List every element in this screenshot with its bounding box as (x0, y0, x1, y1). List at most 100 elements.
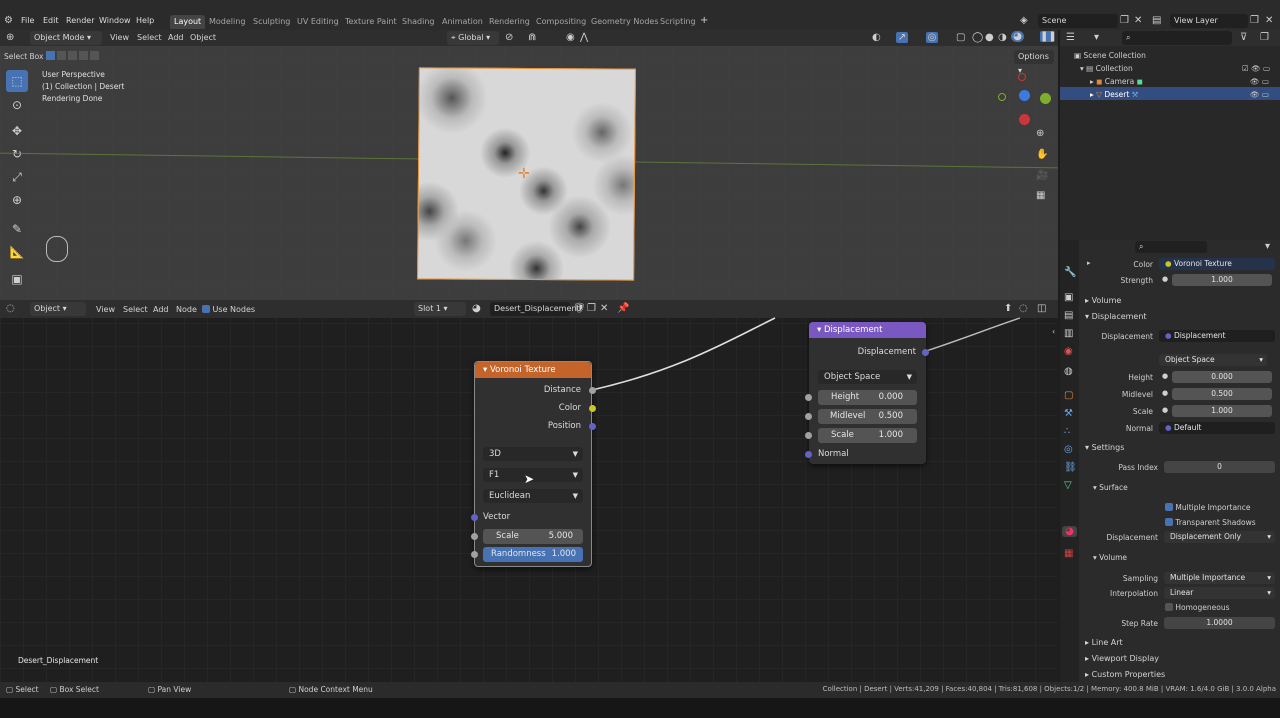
wireframe-shading-icon[interactable]: ◯ (972, 32, 983, 43)
menu-file[interactable]: File (21, 14, 34, 28)
gizmo-neg-z[interactable] (1018, 73, 1026, 81)
scene-tab-icon[interactable]: ◉ (1064, 346, 1073, 357)
outliner-collection[interactable]: ▾ ▤ Collection (1080, 64, 1133, 73)
dimensions-select[interactable]: 3D ▼ (483, 447, 583, 461)
scale-field[interactable]: Scale 5.000 (483, 529, 583, 544)
select-mode-buttons[interactable] (46, 51, 99, 60)
camera-view-icon[interactable]: 🎥 (1036, 170, 1048, 181)
constraints-tab-icon[interactable]: ⛓ (1064, 462, 1077, 473)
displacement-out-socket[interactable] (922, 349, 929, 356)
normal-input-field[interactable]: ● Default (1159, 422, 1275, 434)
close-icon[interactable]: ✕ (1265, 15, 1273, 26)
tab-scripting[interactable]: Scripting (656, 15, 700, 29)
options-button[interactable]: Options ▾ (1014, 50, 1054, 75)
menu-select[interactable]: Select (137, 32, 162, 44)
viewport-display-section[interactable]: ▸ Viewport Display (1085, 654, 1159, 663)
outliner[interactable]: ☰ ▾ ⌕ ⊽ ❐ ▣ Scene Collection ▾ ▤ Collect… (1060, 30, 1280, 240)
multiple-importance-checkbox[interactable]: Multiple Importance (1165, 503, 1251, 512)
snap-icon[interactable]: ⋒ (528, 32, 536, 43)
color-socket[interactable] (589, 405, 596, 412)
blender-logo-icon[interactable]: ⚙ (4, 15, 13, 26)
solid-shading-icon[interactable]: ● (985, 32, 994, 43)
display-mode-icon[interactable]: ▾ (1094, 32, 1099, 43)
data-tab-icon[interactable]: ▽ (1064, 480, 1072, 491)
displacement-node-header[interactable]: ▾ Displacement (809, 322, 926, 338)
distance-metric-select[interactable]: Euclidean ▼ (483, 489, 583, 503)
transparent-shadows-checkbox[interactable]: Transparent Shadows (1165, 518, 1256, 527)
midlevel-field[interactable]: Midlevel 0.500 (818, 409, 917, 424)
world-tab-icon[interactable]: ◍ (1064, 366, 1073, 377)
outliner-camera[interactable]: ▸ ◼ Camera ◼ (1090, 77, 1143, 86)
proportional-edit-icon[interactable]: ◉ (566, 32, 575, 43)
tab-modeling[interactable]: Modeling (205, 15, 249, 29)
height-socket[interactable] (805, 394, 812, 401)
camera-visibility-icons[interactable]: 👁 ▭ (1250, 77, 1269, 86)
output-tab-icon[interactable]: ▤ (1064, 310, 1073, 321)
render-tab-icon[interactable]: ▣ (1064, 292, 1073, 303)
select-intersect-icon[interactable] (90, 51, 99, 60)
view-layer-field[interactable]: View Layer (1170, 14, 1248, 28)
tab-rendering[interactable]: Rendering (485, 15, 534, 29)
tab-animation[interactable]: Animation (438, 15, 487, 29)
chevron-down-icon[interactable]: ▾ (1265, 241, 1270, 252)
select-subtract-icon[interactable] (68, 51, 77, 60)
pivot-icon[interactable]: ⊘ (505, 32, 513, 43)
visibility-icon[interactable]: ◐ (872, 32, 881, 43)
editor-type-icon[interactable]: ☰ (1066, 32, 1075, 43)
randomness-field[interactable]: Randomness 1.000 (483, 547, 583, 562)
disp-scale-field[interactable]: Scale 1.000 (818, 428, 917, 443)
overlay-icon[interactable]: ◎ (926, 32, 938, 43)
falloff-icon[interactable]: ⋀ (580, 32, 588, 43)
outliner-desert[interactable]: ▸ ▽ Desert ⚒ (1090, 90, 1138, 99)
material-tab-icon[interactable]: ◕ (1062, 526, 1077, 537)
object-tab-icon[interactable]: ▢ (1064, 390, 1073, 401)
gizmo-icon[interactable]: ↗ (896, 32, 908, 43)
midlevel-socket[interactable] (805, 413, 812, 420)
texture-tab-icon[interactable]: ▦ (1064, 548, 1073, 559)
voronoi-node-header[interactable]: ▾ Voronoi Texture (475, 362, 591, 378)
new-collection-icon[interactable]: ❐ (1260, 32, 1269, 43)
tab-compositing[interactable]: Compositing (532, 15, 590, 29)
select-extend-icon[interactable] (57, 51, 66, 60)
strength-field[interactable]: 1.000 (1172, 274, 1272, 286)
step-rate-field[interactable]: 1.0000 (1164, 617, 1275, 629)
tab-uv-editing[interactable]: UV Editing (293, 15, 343, 29)
add-workspace-icon[interactable]: + (700, 15, 708, 26)
particles-tab-icon[interactable]: ∴ (1064, 426, 1070, 437)
tool-tab-icon[interactable]: 🔧 (1064, 267, 1076, 278)
tab-layout[interactable]: Layout (170, 15, 206, 29)
displacement-input-field[interactable]: ● Displacement (1159, 330, 1275, 342)
midlevel-field[interactable]: 0.500 (1172, 388, 1272, 400)
menu-help[interactable]: Help (136, 14, 154, 28)
close-icon[interactable]: ✕ (1134, 15, 1142, 26)
rendered-shading-icon[interactable]: ◕ (1011, 31, 1024, 42)
volume-section[interactable]: ▸ Volume (1085, 296, 1121, 305)
height-field[interactable]: Height 0.000 (818, 390, 917, 405)
sidebar-toggle-icon[interactable]: ‹ (1052, 327, 1055, 336)
physics-tab-icon[interactable]: ◎ (1064, 444, 1073, 455)
homogeneous-checkbox[interactable]: Homogeneous (1165, 603, 1230, 612)
3d-viewport[interactable]: ⊕ Object Mode ▾ View Select Add Object ⌖… (0, 30, 1058, 300)
desert-visibility-icons[interactable]: 👁 ▭ (1250, 90, 1269, 99)
add-cube-tool-icon[interactable]: ▣ (6, 268, 28, 290)
sampling-select[interactable]: Multiple Importance ▾ (1164, 572, 1275, 584)
space-select[interactable]: Object Space ▾ (1159, 354, 1267, 366)
interpolation-select[interactable]: Linear ▾ (1164, 587, 1275, 599)
space-select[interactable]: Object Space ▼ (818, 370, 917, 384)
select-new-icon[interactable] (46, 51, 55, 60)
ortho-grid-icon[interactable]: ▦ (1036, 190, 1045, 201)
cursor-tool-icon[interactable]: ⊙ (6, 94, 28, 116)
gizmo-x[interactable] (1019, 114, 1030, 125)
pass-index-field[interactable]: 0 (1164, 461, 1275, 473)
select-invert-icon[interactable] (79, 51, 88, 60)
voronoi-texture-node[interactable]: ▾ Voronoi Texture Distance Color Positio… (471, 361, 596, 567)
outliner-search-input[interactable]: ⌕ (1122, 31, 1232, 45)
displacement-node[interactable]: ▾ Displacement Displacement Object Space… (805, 322, 929, 464)
tab-geometry-nodes[interactable]: Geometry Nodes (587, 15, 662, 29)
custom-properties-section[interactable]: ▸ Custom Properties (1085, 670, 1165, 679)
menu-add[interactable]: Add (168, 32, 184, 44)
menu-edit[interactable]: Edit (43, 14, 59, 28)
menu-view[interactable]: View (110, 32, 129, 44)
color-input-field[interactable]: ● Voronoi Texture (1159, 258, 1275, 270)
gizmo-z[interactable] (1019, 90, 1030, 101)
